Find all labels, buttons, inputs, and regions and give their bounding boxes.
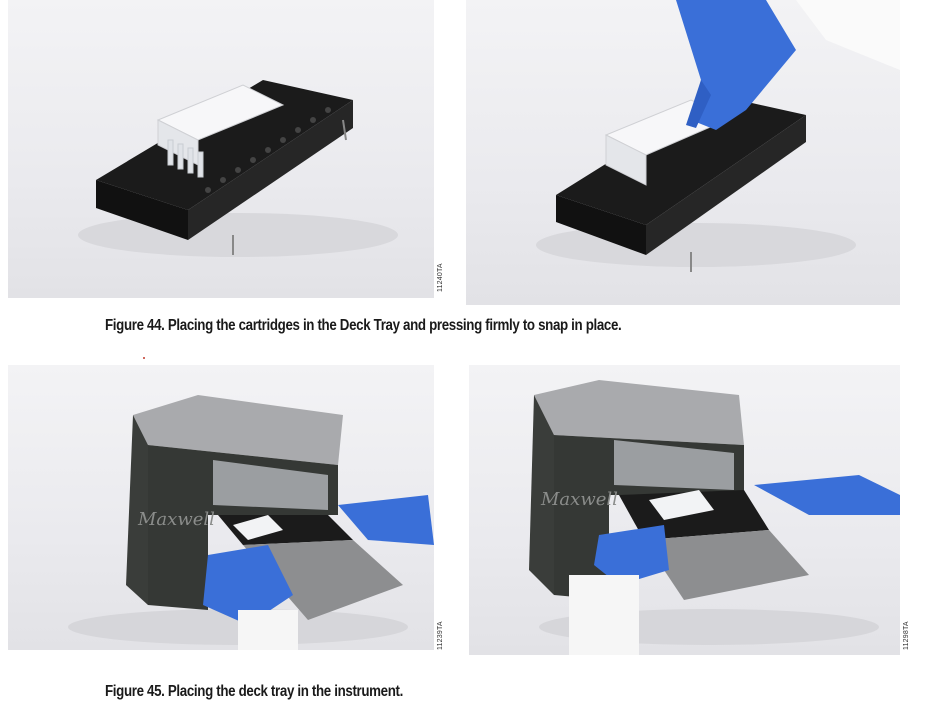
stray-mark — [143, 357, 145, 359]
figure-44-right-photo — [466, 0, 900, 305]
instrument-brand-text: Maxwell — [137, 509, 215, 530]
figure-45-right-photo: Maxwell — [469, 365, 900, 655]
instrument-right-illustration: Maxwell — [529, 380, 900, 655]
instrument-left-illustration: Maxwell — [68, 395, 434, 650]
instrument-brand-text-right: Maxwell — [540, 489, 618, 510]
figure-45-left-image-code: 11239TA — [437, 621, 444, 650]
figure-45-caption: Figure 45. Placing the deck tray in the … — [105, 683, 404, 700]
figure-45-right-image-code: 11298TA — [903, 621, 910, 650]
figure-44-caption: Figure 44. Placing the cartridges in the… — [105, 317, 622, 334]
figure-44-image-code: 11240TA — [437, 263, 444, 292]
hand-pressing-cartridges-illustration — [536, 0, 900, 272]
figure-45-left-photo: Maxwell — [8, 365, 434, 650]
deck-tray-illustration — [78, 80, 398, 257]
figure-44-left-photo — [8, 0, 434, 298]
